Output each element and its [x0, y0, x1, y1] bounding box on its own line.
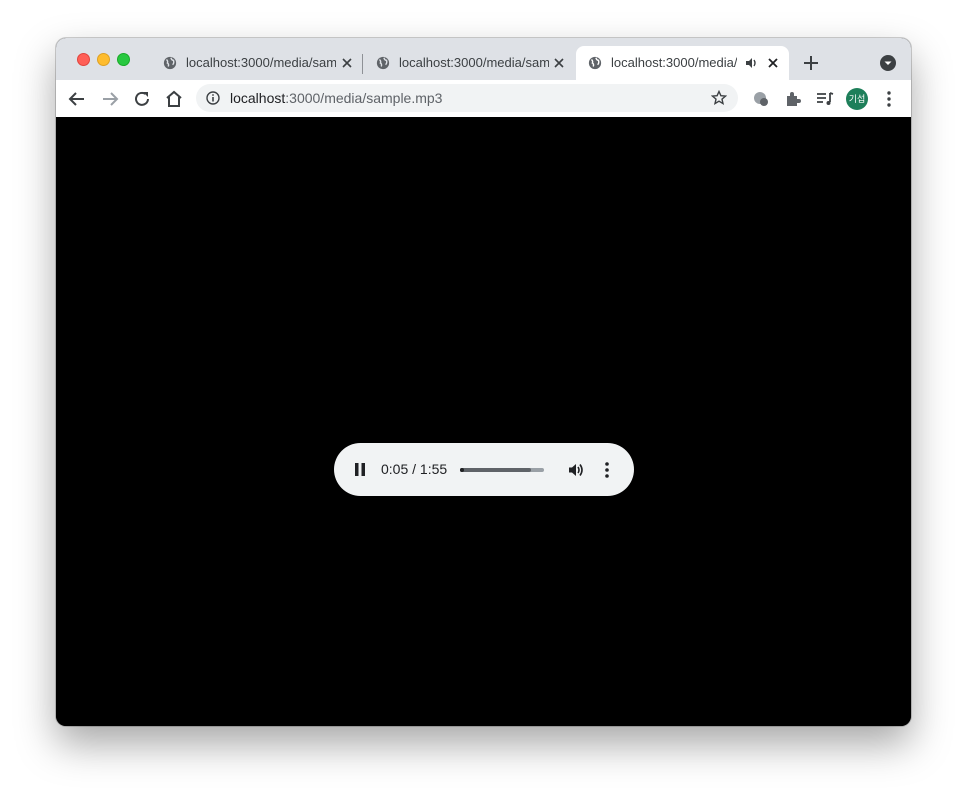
address-url: localhost:3000/media/sample.mp3	[230, 90, 442, 106]
tab-title: localhost:3000/media/sample.mp3	[611, 55, 737, 70]
tab-strip: localhost:3000/media/sample.mp3 localhos…	[56, 38, 911, 80]
tab-separator	[362, 54, 363, 74]
url-host: localhost	[230, 90, 286, 106]
tab-1[interactable]: localhost:3000/media/sample.mp3	[151, 46, 362, 80]
forward-arrow-icon[interactable]	[100, 89, 120, 109]
new-tab-plus-icon[interactable]	[802, 54, 820, 72]
close-icon[interactable]	[340, 56, 354, 70]
close-icon[interactable]	[552, 56, 566, 70]
speaker-icon[interactable]	[745, 56, 759, 70]
profile-avatar[interactable]: 기섭	[846, 88, 868, 110]
close-icon[interactable]	[766, 56, 780, 70]
tab-2[interactable]: localhost:3000/media/sample.mp3	[364, 46, 575, 80]
browser-window: localhost:3000/media/sample.mp3 localhos…	[56, 38, 911, 726]
tab-3-active[interactable]: localhost:3000/media/sample.mp3	[576, 46, 789, 80]
site-info-icon[interactable]	[206, 91, 220, 105]
tab-search-chevron-icon[interactable]	[880, 55, 896, 71]
volume-icon[interactable]	[567, 461, 585, 479]
bookmark-star-icon[interactable]	[711, 90, 727, 106]
extensions-puzzle-icon[interactable]	[783, 89, 803, 109]
address-bar[interactable]: localhost:3000/media/sample.mp3	[196, 84, 738, 112]
minimize-window-button[interactable]	[97, 53, 110, 66]
home-icon[interactable]	[164, 89, 184, 109]
tab-title: localhost:3000/media/sample.mp3	[399, 55, 549, 70]
time-display: 0:05 / 1:55	[381, 461, 448, 477]
reload-icon[interactable]	[132, 89, 152, 109]
maximize-window-button[interactable]	[117, 53, 130, 66]
player-options-icon[interactable]	[604, 461, 610, 479]
globe-icon	[376, 56, 390, 70]
page-viewport: 0:05 / 1:55	[56, 117, 911, 726]
back-arrow-icon[interactable]	[67, 89, 87, 109]
browser-toolbar: localhost:3000/media/sample.mp3 기섭	[56, 80, 911, 118]
buffered-range	[460, 468, 532, 472]
close-window-button[interactable]	[77, 53, 90, 66]
globe-icon	[588, 56, 602, 70]
url-path: :3000/media/sample.mp3	[285, 90, 443, 106]
more-menu-icon[interactable]	[879, 89, 899, 109]
incognito-extension-icon[interactable]	[751, 89, 771, 109]
globe-icon	[163, 56, 177, 70]
media-control-icon[interactable]	[815, 89, 835, 109]
played-range	[460, 468, 464, 472]
seek-bar[interactable]	[460, 468, 544, 472]
tab-title: localhost:3000/media/sample.mp3	[186, 55, 336, 70]
pause-icon[interactable]	[354, 463, 366, 476]
audio-player[interactable]: 0:05 / 1:55	[334, 443, 634, 496]
